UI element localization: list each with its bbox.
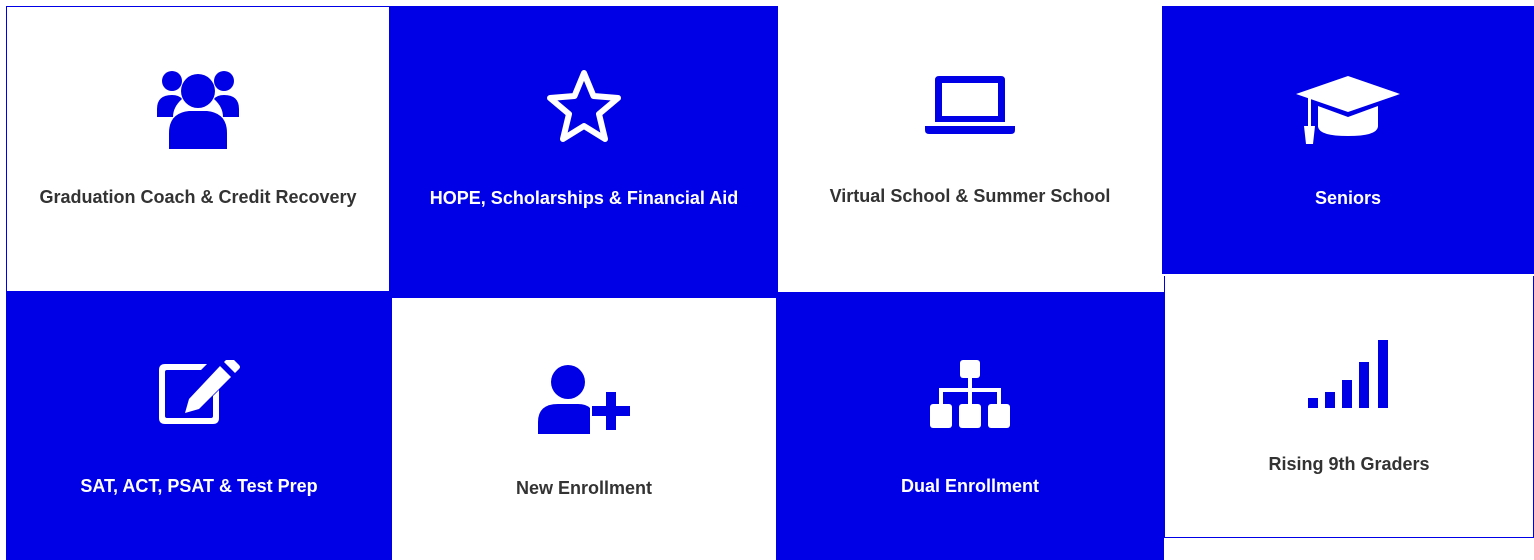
tile-seniors[interactable]: Seniors	[1162, 6, 1534, 274]
sitemap-icon	[776, 360, 1164, 430]
tile-hope-scholarships[interactable]: HOPE, Scholarships & Financial Aid	[390, 6, 778, 298]
tile-virtual-school[interactable]: Virtual School & Summer School	[778, 6, 1162, 292]
users-group-icon	[7, 67, 389, 149]
tile-dual-enrollment[interactable]: Dual Enrollment	[776, 292, 1164, 560]
tile-label: Rising 9th Graders	[1268, 454, 1430, 474]
tile-label: SAT, ACT, PSAT & Test Prep	[80, 476, 318, 496]
star-icon	[390, 70, 778, 146]
tile-label: Graduation Coach & Credit Recovery	[39, 187, 357, 207]
tile-label: HOPE, Scholarships & Financial Aid	[429, 188, 739, 208]
tile-label: Seniors	[1314, 188, 1382, 208]
tile-label: Dual Enrollment	[900, 476, 1039, 496]
tile-new-enrollment[interactable]: New Enrollment	[392, 298, 776, 560]
tile-rising-9th-graders[interactable]: Rising 9th Graders	[1164, 276, 1534, 538]
tile-label: New Enrollment	[515, 478, 653, 498]
signal-bars-icon	[1165, 340, 1533, 410]
user-plus-icon	[392, 364, 776, 436]
tile-test-prep[interactable]: SAT, ACT, PSAT & Test Prep	[6, 292, 392, 560]
tile-label: Virtual School & Summer School	[829, 186, 1111, 206]
edit-icon	[6, 360, 392, 426]
laptop-icon	[778, 76, 1162, 136]
tile-graduation-coach[interactable]: Graduation Coach & Credit Recovery	[6, 6, 390, 292]
graduation-cap-icon	[1162, 74, 1534, 146]
